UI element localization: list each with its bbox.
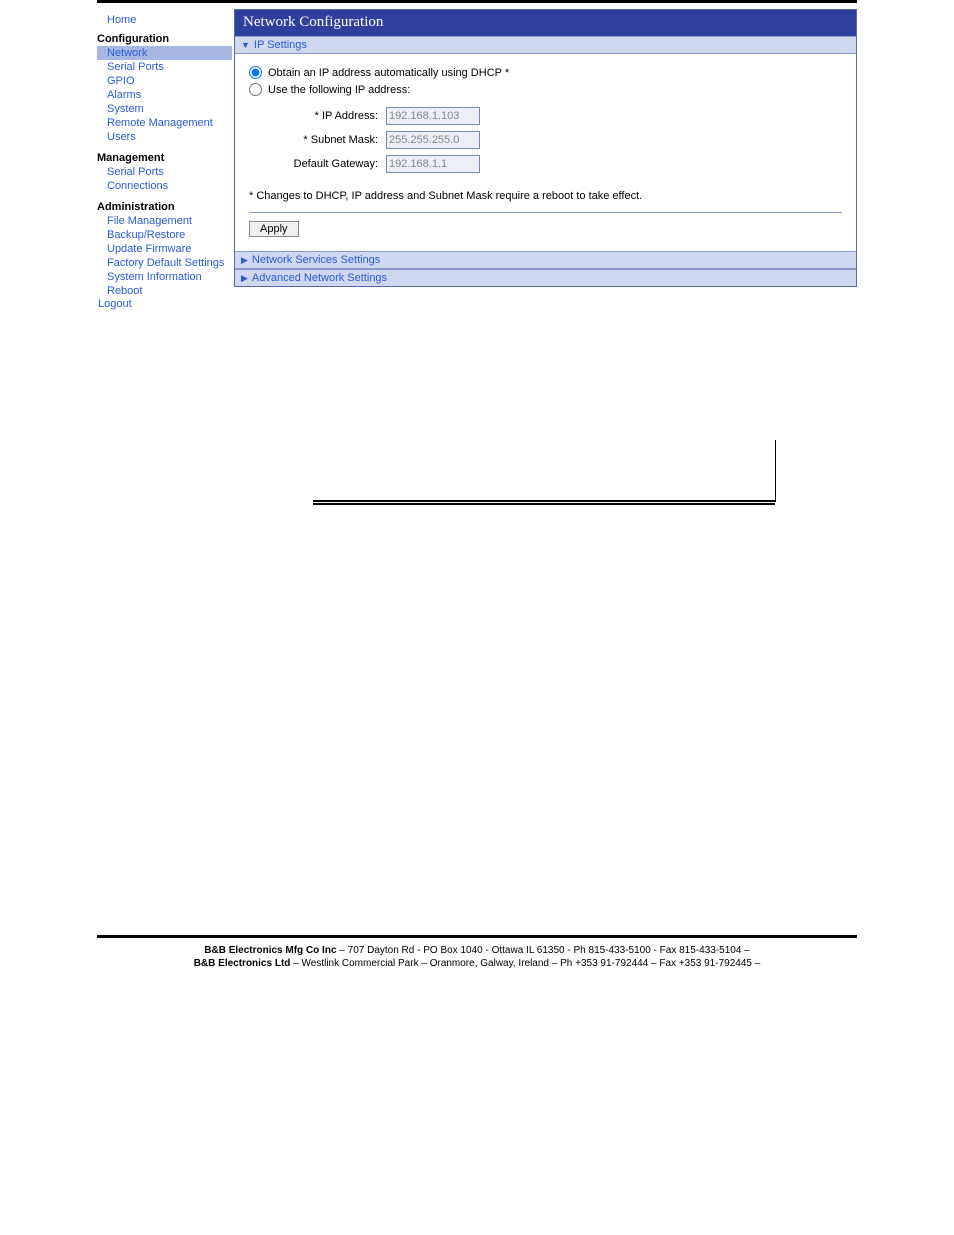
- partial-frame: [313, 440, 776, 502]
- nav-management-serial-ports[interactable]: Serial Ports: [97, 165, 232, 179]
- section-divider: [249, 212, 842, 213]
- section-toggle-ip-settings[interactable]: ▼ IP Settings: [235, 36, 856, 54]
- nav-administration-update-firmware[interactable]: Update Firmware: [97, 242, 232, 256]
- nav-management-connections[interactable]: Connections: [97, 179, 232, 193]
- main-panel: Network Configuration ▼ IP Settings Obta…: [234, 9, 857, 287]
- nav-administration-factory-default[interactable]: Factory Default Settings: [97, 256, 232, 270]
- section-label-ip-settings: IP Settings: [254, 39, 307, 51]
- nav-configuration-system[interactable]: System: [97, 102, 232, 116]
- apply-button[interactable]: Apply: [249, 221, 299, 237]
- chevron-right-icon: ▶: [241, 273, 248, 284]
- nav-section-management: Management: [97, 144, 232, 165]
- section-toggle-network-services[interactable]: ▶ Network Services Settings: [235, 251, 856, 269]
- nav-section-configuration: Configuration: [97, 27, 232, 46]
- ip-settings-body: Obtain an IP address automatically using…: [235, 54, 856, 251]
- section-label-network-services: Network Services Settings: [252, 254, 380, 266]
- subnet-mask-label: * Subnet Mask:: [273, 134, 386, 146]
- ip-address-input[interactable]: [386, 107, 480, 125]
- nav-configuration-remote-management[interactable]: Remote Management: [97, 116, 232, 130]
- nav-configuration-alarms[interactable]: Alarms: [97, 88, 232, 102]
- subnet-mask-input[interactable]: [386, 131, 480, 149]
- chevron-down-icon: ▼: [241, 40, 250, 50]
- chevron-right-icon: ▶: [241, 255, 248, 266]
- ip-address-label: * IP Address:: [273, 110, 386, 122]
- nav-administration-system-information[interactable]: System Information: [97, 270, 232, 284]
- nav-home[interactable]: Home: [97, 13, 232, 27]
- section-toggle-advanced-network[interactable]: ▶ Advanced Network Settings: [235, 269, 856, 286]
- nav-administration-backup-restore[interactable]: Backup/Restore: [97, 228, 232, 242]
- sidebar: Home Configuration Network Serial Ports …: [97, 9, 232, 310]
- nav-configuration-serial-ports[interactable]: Serial Ports: [97, 60, 232, 74]
- radio-static-label: Use the following IP address:: [268, 84, 410, 96]
- footer-line1-company: B&B Electronics Mfg Co Inc: [204, 945, 336, 956]
- nav-configuration-network[interactable]: Network: [97, 46, 232, 60]
- footer-line1-rest: – 707 Dayton Rd - PO Box 1040 - Ottawa I…: [337, 945, 750, 956]
- page-title: Network Configuration: [235, 10, 856, 36]
- footer-line2-company: B&B Electronics Ltd: [194, 958, 291, 969]
- section-label-advanced-network: Advanced Network Settings: [252, 272, 387, 284]
- partial-frame-underline: [313, 503, 775, 505]
- default-gateway-label: Default Gateway:: [273, 158, 386, 170]
- reboot-note: * Changes to DHCP, IP address and Subnet…: [249, 186, 842, 212]
- nav-configuration-gpio[interactable]: GPIO: [97, 74, 232, 88]
- default-gateway-input[interactable]: [386, 155, 480, 173]
- footer-line2-rest: – Westlink Commercial Park – Oranmore, G…: [290, 958, 760, 969]
- radio-dhcp[interactable]: [249, 66, 262, 79]
- nav-section-administration: Administration: [97, 193, 232, 214]
- nav-configuration-users[interactable]: Users: [97, 130, 232, 144]
- radio-static[interactable]: [249, 83, 262, 96]
- nav-administration-file-management[interactable]: File Management: [97, 214, 232, 228]
- nav-logout[interactable]: Logout: [97, 288, 132, 310]
- radio-dhcp-label: Obtain an IP address automatically using…: [268, 67, 509, 79]
